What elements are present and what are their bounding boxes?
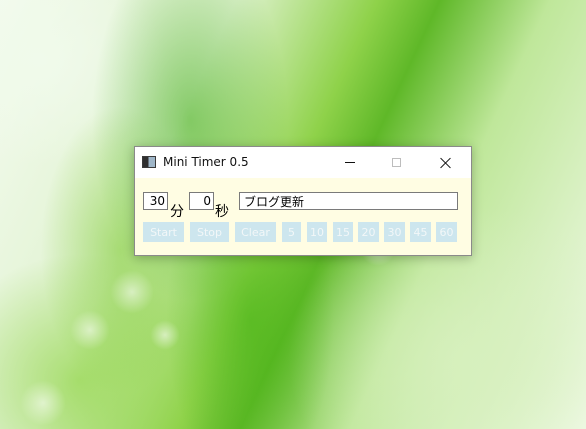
- close-button[interactable]: [423, 147, 469, 178]
- maximize-button[interactable]: [373, 147, 419, 178]
- seconds-unit-label: 秒: [215, 204, 229, 220]
- background-bokeh: [70, 310, 110, 350]
- close-icon: [440, 157, 452, 169]
- window-title: Mini Timer 0.5: [163, 155, 249, 169]
- preset-30-button[interactable]: 30: [384, 222, 405, 242]
- minutes-unit-label: 分: [170, 204, 184, 220]
- minutes-input[interactable]: [143, 192, 168, 210]
- preset-20-button[interactable]: 20: [358, 222, 379, 242]
- preset-45-button[interactable]: 45: [410, 222, 431, 242]
- app-icon: [142, 156, 156, 168]
- seconds-input[interactable]: [189, 192, 214, 210]
- minimize-icon: [345, 162, 355, 163]
- start-button[interactable]: Start: [143, 222, 184, 242]
- title-bar[interactable]: Mini Timer 0.5: [135, 147, 471, 178]
- minimize-button[interactable]: [327, 147, 373, 178]
- stop-button[interactable]: Stop: [190, 222, 229, 242]
- maximize-icon: [391, 158, 401, 167]
- background-bokeh: [110, 270, 154, 314]
- background-bokeh: [150, 320, 180, 350]
- preset-10-button[interactable]: 10: [307, 222, 327, 242]
- preset-5-button[interactable]: 5: [282, 222, 301, 242]
- preset-60-button[interactable]: 60: [436, 222, 457, 242]
- background-bokeh: [20, 380, 66, 426]
- preset-15-button[interactable]: 15: [333, 222, 353, 242]
- mini-timer-window: Mini Timer 0.5 分 秒 Start Stop Clear 5 10…: [134, 146, 472, 256]
- clear-button[interactable]: Clear: [235, 222, 276, 242]
- task-name-input[interactable]: [239, 192, 458, 210]
